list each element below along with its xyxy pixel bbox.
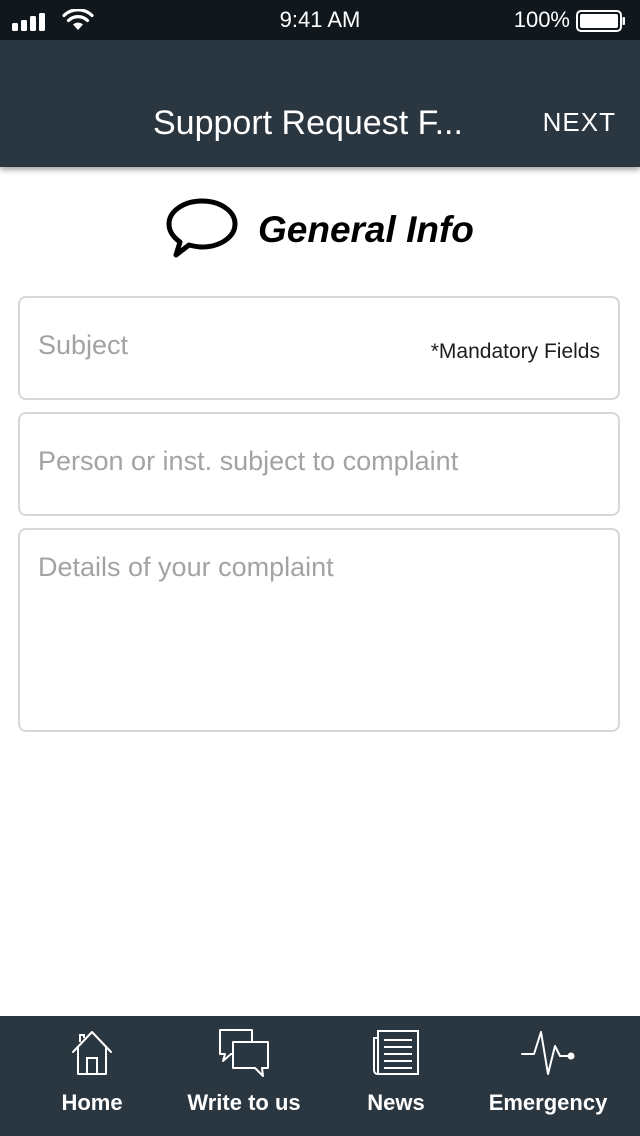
battery-icon [576,10,625,32]
newspaper-icon [373,1030,419,1075]
tab-news[interactable]: News [350,1016,442,1136]
heartbeat-icon [521,1031,575,1075]
next-button[interactable]: NEXT [543,107,616,138]
page-title: Support Request F... [153,104,463,142]
screen: 9:41 AM 100% Support Request F... NEXT G… [0,0,640,1136]
person-placeholder: Person or inst. subject to complaint [38,446,459,476]
complaint-details-field[interactable]: Details of your complaint [18,528,620,732]
chat-bubbles-icon [219,1029,269,1077]
mandatory-fields-note: *Mandatory Fields [430,340,600,363]
battery-percent: 100% [513,7,570,32]
subject-placeholder: Subject [38,330,129,360]
tab-write-to-us-label: Write to us [187,1090,301,1115]
status-bar: 9:41 AM 100% [0,0,640,40]
tab-home[interactable]: Home [42,1016,142,1136]
section-title: General Info [258,209,474,250]
person-or-institution-field[interactable]: Person or inst. subject to complaint [18,412,620,516]
home-icon [72,1031,112,1075]
speech-bubble-icon [166,198,238,258]
tab-emergency-label: Emergency [488,1090,608,1115]
section-header: General Info [0,195,640,258]
tab-write-to-us[interactable]: Write to us [174,1016,314,1136]
details-placeholder: Details of your complaint [38,552,334,582]
subject-field[interactable]: Subject *Mandatory Fields [18,296,620,400]
tab-emergency[interactable]: Emergency [478,1016,618,1136]
tab-news-label: News [367,1090,425,1115]
tab-home-label: Home [61,1090,123,1115]
tab-bar: Home Write to us News Emergency [0,1016,640,1136]
navigation-bar: Support Request F... NEXT [0,40,640,167]
